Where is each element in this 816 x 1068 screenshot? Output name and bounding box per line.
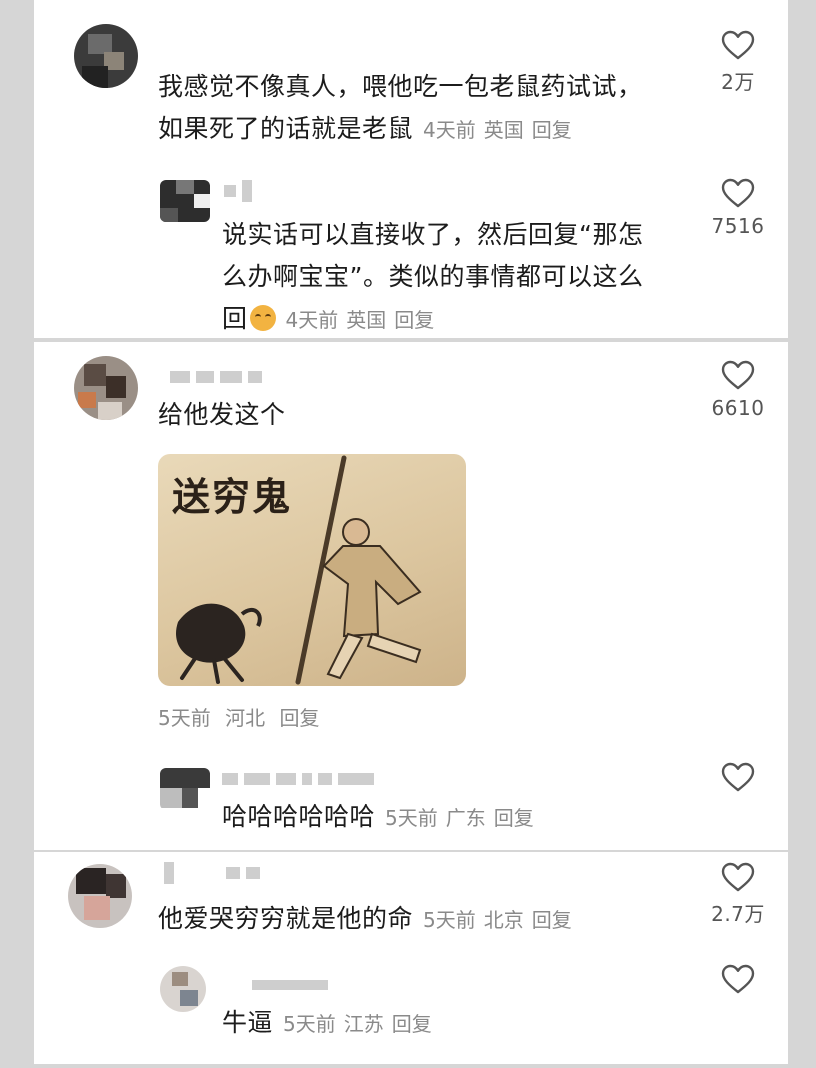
- reply-text-line: 牛逼: [222, 1008, 274, 1037]
- reply-location: 广东: [445, 806, 486, 830]
- like-button[interactable]: 2万: [708, 30, 768, 95]
- reply-button[interactable]: 回复: [532, 908, 572, 932]
- like-count: 7516: [711, 214, 765, 238]
- reply-button[interactable]: 回复: [279, 706, 319, 730]
- like-button[interactable]: [708, 964, 768, 1000]
- reply-meta: 5天前 江苏 回复: [273, 1012, 432, 1036]
- like-count: 2.7万: [711, 902, 765, 926]
- comment-meta: 5天前 北京 回复: [413, 908, 572, 932]
- like-count: 2万: [721, 70, 755, 94]
- reply-location: 江苏: [343, 1012, 384, 1036]
- painting-illustration: [176, 455, 422, 685]
- comment-text: 我感觉不像真人，喂他吃一包老鼠药试试， 如果死了的话就是老鼠 4天前 英国 回复: [158, 72, 643, 143]
- avatar[interactable]: [68, 864, 132, 928]
- username-blurred: [164, 862, 260, 884]
- reply-location: 英国: [346, 308, 387, 332]
- heart-outline-icon: [721, 862, 755, 892]
- reply-meta: 5天前 广东 回复: [375, 806, 534, 830]
- comment-time: 5天前: [158, 706, 211, 730]
- reply-text-line: 回: [222, 304, 248, 333]
- reply-button[interactable]: 回复: [394, 308, 434, 332]
- reply-meta: 4天前 英国 回复: [276, 308, 435, 332]
- reply-text: 牛逼 5天前 江苏 回复: [222, 1002, 432, 1045]
- reply-time: 4天前: [285, 308, 339, 332]
- comment-location: 河北: [225, 706, 266, 730]
- comment-card: 他爱哭穷穷就是他的命 5天前 北京 回复 2.7万 牛逼 5天前 江苏 回复: [34, 852, 788, 1064]
- reply-text-line: 哈哈哈哈哈哈: [222, 802, 376, 831]
- reply-text: 说实话可以直接收了，然后回复“那怎 么办啊宝宝”。类似的事情都可以这么 回 4天前…: [222, 220, 644, 333]
- comment-location: 北京: [483, 908, 524, 932]
- comment-meta: 4天前 英国 回复: [413, 118, 572, 142]
- heart-outline-icon: [721, 178, 755, 208]
- heart-outline-icon: [721, 360, 755, 390]
- comment-image[interactable]: 送穷鬼: [158, 454, 466, 686]
- comment-text: 给他发这个: [158, 400, 286, 429]
- comment-text-line: 他爱哭穷穷就是他的命: [158, 904, 414, 933]
- heart-outline-icon: [721, 964, 755, 994]
- username-blurred: [224, 180, 252, 202]
- reply-text: 哈哈哈哈哈哈 5天前 广东 回复: [222, 796, 534, 839]
- reply-time: 5天前: [283, 1012, 336, 1036]
- like-button[interactable]: 6610: [708, 360, 768, 420]
- avatar[interactable]: [160, 768, 210, 810]
- comment-card: 给他发这个 6610 送穷鬼 5天前 河北 回复 哈哈哈哈哈哈 5天前 广东 回复: [34, 342, 788, 850]
- avatar[interactable]: [74, 24, 138, 88]
- avatar[interactable]: [160, 180, 210, 222]
- heart-outline-icon: [721, 30, 755, 60]
- like-button[interactable]: [708, 762, 768, 798]
- reply-time: 5天前: [385, 806, 438, 830]
- username-blurred: [252, 978, 328, 992]
- username-blurred: [170, 370, 262, 384]
- reply-button[interactable]: 回复: [532, 118, 572, 142]
- avatar[interactable]: [160, 966, 206, 1012]
- username-blurred: [222, 772, 374, 786]
- heart-outline-icon: [721, 762, 755, 792]
- reply-button[interactable]: 回复: [392, 1012, 432, 1036]
- comment-location: 英国: [483, 118, 524, 142]
- comment-meta: 5天前 河北 回复: [158, 702, 319, 731]
- like-button[interactable]: 2.7万: [708, 862, 768, 927]
- like-count: 6610: [711, 396, 765, 420]
- reply-button[interactable]: 回复: [494, 806, 534, 830]
- comment-time: 4天前: [423, 118, 476, 142]
- comment-text-line: 如果死了的话就是老鼠: [158, 114, 414, 143]
- laughing-cat-emoji: [249, 305, 276, 331]
- like-button[interactable]: 7516: [708, 178, 768, 238]
- comment-card: 我感觉不像真人，喂他吃一包老鼠药试试， 如果死了的话就是老鼠 4天前 英国 回复 2万…: [34, 0, 788, 338]
- comment-text: 他爱哭穷穷就是他的命 5天前 北京 回复: [158, 898, 572, 941]
- comment-time: 5天前: [423, 908, 476, 932]
- avatar[interactable]: [74, 356, 138, 420]
